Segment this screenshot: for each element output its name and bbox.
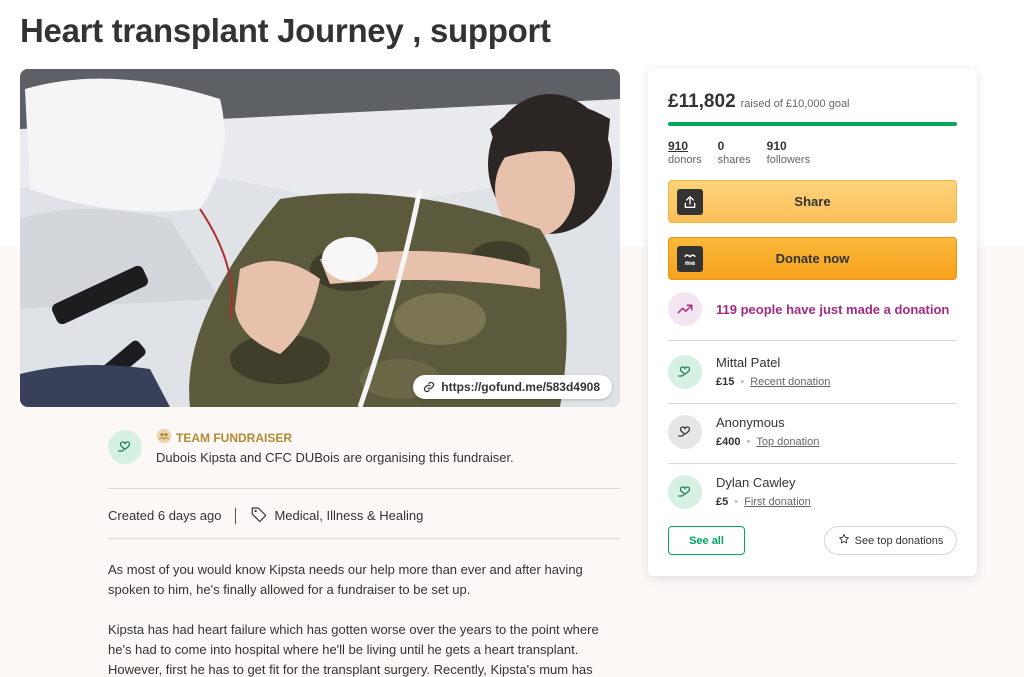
short-link-text: https://gofund.me/583d4908 xyxy=(441,380,600,394)
donation-item: Mittal Patel £15 • Recent donation xyxy=(668,355,830,389)
campaign-photo-illustration xyxy=(20,69,620,407)
organiser-text: Dubois Kipsta and CFC DUBois are organis… xyxy=(156,450,514,465)
story-paragraph: As most of you would know Kipsta needs o… xyxy=(108,562,583,597)
stat-shares: 0 shares xyxy=(718,139,751,167)
donation-tag-link[interactable]: Top donation xyxy=(756,436,819,448)
stat-label: donors xyxy=(668,154,702,166)
campaign-photo[interactable]: https://gofund.me/583d4908 xyxy=(20,69,620,407)
progress-fill xyxy=(668,122,957,126)
donate-button-label: Donate now xyxy=(775,251,850,266)
amount-raised: £11,802 raised of £10,000 goal xyxy=(668,91,850,113)
link-icon xyxy=(423,381,435,393)
organiser-avatar[interactable] xyxy=(108,430,142,464)
trending-up-icon xyxy=(668,292,702,326)
category-link[interactable]: Medical, Illness & Healing xyxy=(250,505,423,526)
raised-amount: £11,802 xyxy=(668,91,736,112)
share-button-label: Share xyxy=(794,194,831,209)
meta-separator xyxy=(235,507,237,524)
bullet-separator: • xyxy=(740,376,745,388)
recent-activity: 119 people have just made a donation xyxy=(668,292,949,326)
donation-amount: £400 xyxy=(716,436,741,448)
share-upload-icon xyxy=(677,189,703,215)
divider xyxy=(668,403,957,404)
goal-text: raised of £10,000 goal xyxy=(740,98,850,110)
bullet-separator: • xyxy=(746,436,751,448)
team-icon xyxy=(156,428,172,447)
divider xyxy=(668,340,957,341)
donation-item: Dylan Cawley £5 • First donation xyxy=(668,475,811,509)
svg-text:me: me xyxy=(685,260,695,267)
stat-label: followers xyxy=(766,154,811,166)
short-link-pill[interactable]: https://gofund.me/583d4908 xyxy=(413,375,612,399)
star-icon xyxy=(838,533,850,548)
stat-value: 910 xyxy=(766,139,787,153)
stat-label: shares xyxy=(717,154,751,166)
donor-avatar xyxy=(668,415,702,449)
see-top-label: See top donations xyxy=(854,534,944,547)
donation-amount: £15 xyxy=(716,376,735,388)
donation-tag-link[interactable]: Recent donation xyxy=(750,376,830,388)
divider xyxy=(668,463,957,464)
divider xyxy=(108,488,620,489)
see-top-donations-button[interactable]: See top donations xyxy=(824,526,957,555)
story-paragraph: Kipsta has had heart failure which has g… xyxy=(108,622,599,677)
share-button[interactable]: Share xyxy=(668,180,957,223)
page-title: Heart transplant Journey , support xyxy=(20,12,551,49)
donor-avatar xyxy=(668,355,702,389)
tag-icon xyxy=(250,505,268,526)
donor-avatar xyxy=(668,475,702,509)
team-label-text: TEAM FUNDRAISER xyxy=(176,430,292,445)
campaign-stats: 910 donors 0 shares 910 followers xyxy=(668,139,810,167)
category-text: Medical, Illness & Healing xyxy=(274,508,424,523)
divider xyxy=(108,538,620,539)
donation-sidebar-card: £11,802 raised of £10,000 goal 910 donor… xyxy=(648,69,977,576)
donation-tag-link[interactable]: First donation xyxy=(744,496,811,508)
bullet-separator: • xyxy=(734,496,739,508)
donate-now-button[interactable]: me Donate now xyxy=(668,237,957,280)
progress-bar xyxy=(668,122,957,126)
story-text: As most of you would know Kipsta needs o… xyxy=(108,560,620,677)
heart-hand-icon xyxy=(676,481,694,504)
heart-hand-icon xyxy=(116,436,134,459)
created-date: Created 6 days ago xyxy=(108,508,222,523)
recent-activity-text: 119 people have just made a donation xyxy=(716,301,950,317)
donation-amount: £5 xyxy=(716,496,729,508)
stat-followers: 910 followers xyxy=(767,139,810,167)
heart-hand-icon xyxy=(676,421,694,444)
donor-name: Anonymous xyxy=(716,415,785,430)
stat-donors[interactable]: 910 donors xyxy=(668,139,702,167)
see-all-button[interactable]: See all xyxy=(668,526,745,555)
campaign-meta: Created 6 days ago Medical, Illness & He… xyxy=(108,505,423,526)
donation-item: Anonymous £400 • Top donation xyxy=(668,415,819,449)
heart-hand-icon xyxy=(676,361,694,384)
donor-name: Mittal Patel xyxy=(716,355,781,370)
team-fundraiser-label: TEAM FUNDRAISER xyxy=(156,428,292,447)
stat-value: 0 xyxy=(717,139,725,153)
gofundme-logo-icon: me xyxy=(677,246,703,272)
donor-name: Dylan Cawley xyxy=(716,475,796,490)
stat-value: 910 xyxy=(668,139,689,153)
